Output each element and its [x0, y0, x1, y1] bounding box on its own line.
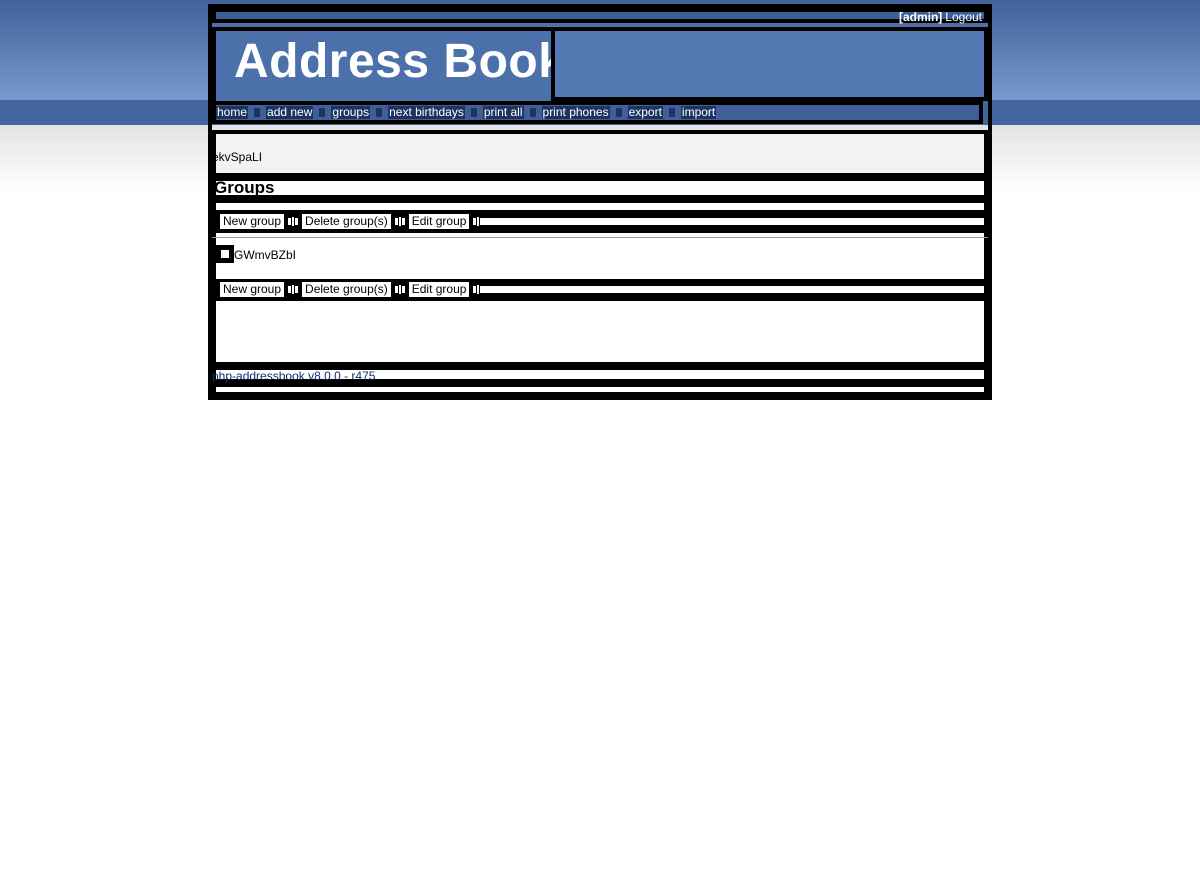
header-right-panel [551, 27, 988, 101]
nav-link-next-birthdays[interactable]: next birthdays [388, 106, 465, 119]
new-group-button[interactable]: New group [216, 214, 289, 229]
top-bar: [admin] Logout [212, 8, 988, 24]
nav-item-add-new: add new [266, 105, 314, 120]
button-row-bottom: New group Delete group(s) Edit group [212, 282, 988, 297]
current-user: [admin] [898, 10, 943, 24]
nav-separator [529, 108, 536, 117]
nav-item-print-all: print all [482, 105, 524, 120]
button-spacer [476, 284, 481, 295]
logo-box: Address Book [212, 27, 565, 105]
nav-item-home: home [216, 105, 249, 120]
group-list: GWmvBZbI [212, 229, 988, 283]
status-message: ekvSpaLI [212, 150, 263, 164]
nav-menu: home add new groups next birthdays print… [216, 105, 979, 120]
divider [212, 237, 988, 238]
new-group-button[interactable]: New group [216, 282, 289, 297]
button-spacer [291, 284, 296, 295]
nav-separator [615, 108, 622, 117]
button-spacer [397, 284, 402, 295]
user-area: [admin] Logout [899, 10, 982, 24]
logo[interactable]: Address Book [234, 34, 565, 89]
nav-separator [319, 108, 326, 117]
nav-separator [376, 108, 383, 117]
main-container: [admin] Logout Address Book home add new … [208, 4, 992, 400]
nav-item-next-birthdays: next birthdays [388, 105, 465, 120]
button-row-top: New group Delete group(s) Edit group [212, 214, 988, 229]
logout-link[interactable]: Logout [945, 10, 982, 24]
edit-group-button[interactable]: Edit group [404, 214, 474, 229]
nav-link-export[interactable]: export [627, 106, 663, 119]
nav-link-import[interactable]: import [680, 106, 717, 119]
bottom-box [212, 383, 988, 396]
delete-groups-button[interactable]: Delete group(s) [298, 282, 395, 297]
group-name: GWmvBZbI [234, 248, 296, 262]
nav-item-export: export [627, 105, 663, 120]
title-box: Groups [212, 177, 988, 199]
content-spacer [212, 297, 988, 366]
nav-link-add-new[interactable]: add new [266, 106, 314, 119]
button-spacer [291, 216, 296, 227]
nav-item-groups: groups [331, 105, 371, 120]
spacer [212, 199, 988, 214]
nav-bar: home add new groups next birthdays print… [212, 101, 983, 124]
button-spacer [397, 216, 402, 227]
page-title: Groups [214, 178, 275, 197]
nav-separator [254, 108, 261, 117]
edit-group-button[interactable]: Edit group [404, 282, 474, 297]
button-spacer [476, 216, 481, 227]
nav-link-home[interactable]: home [216, 106, 249, 119]
group-checkbox[interactable] [216, 245, 234, 263]
nav-link-print-phones[interactable]: print phones [541, 106, 610, 119]
nav-link-print-all[interactable]: print all [482, 106, 524, 119]
nav-link-groups[interactable]: groups [331, 106, 371, 119]
nav-item-print-phones: print phones [541, 105, 610, 120]
delete-groups-button[interactable]: Delete group(s) [298, 214, 395, 229]
nav-separator [470, 108, 477, 117]
footer: php-addressbook v8.0.0 - r475 [212, 366, 988, 383]
message-box: ekvSpaLI [212, 130, 988, 177]
nav-separator [668, 108, 675, 117]
version-link[interactable]: php-addressbook v8.0.0 - r475 [212, 369, 375, 383]
nav-item-import: import [680, 105, 717, 120]
checkbox-inner [221, 250, 229, 258]
